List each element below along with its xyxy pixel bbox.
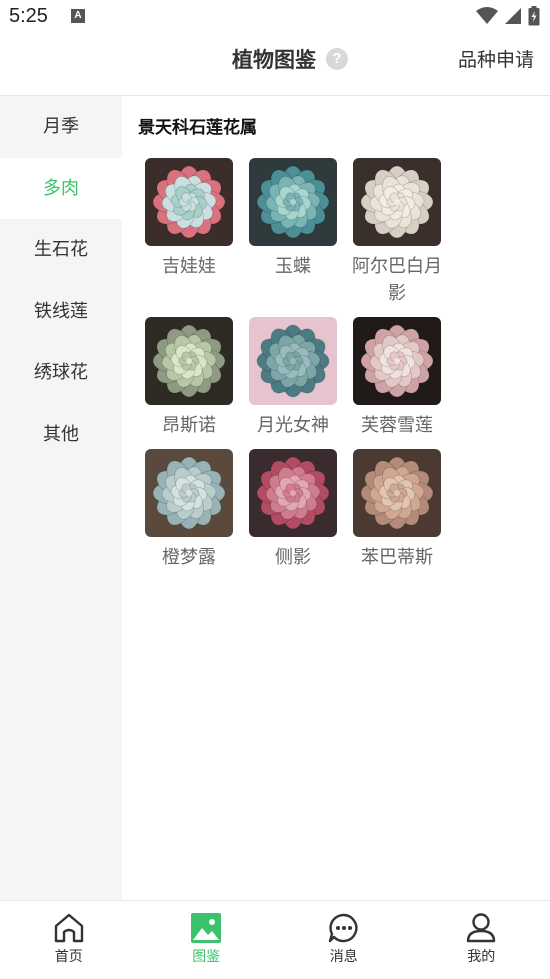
sidebar-item-succulent[interactable]: 多肉 bbox=[0, 157, 122, 219]
status-bar: 5:25 A bbox=[0, 0, 550, 34]
plant-photo bbox=[249, 158, 337, 246]
wifi-icon bbox=[476, 7, 498, 24]
sidebar-item-lithops[interactable]: 生石花 bbox=[0, 219, 122, 281]
plant-card[interactable]: 昂斯诺 bbox=[137, 317, 241, 439]
plant-card[interactable]: 苯巴蒂斯 bbox=[345, 449, 449, 571]
plant-photo bbox=[145, 158, 233, 246]
plant-name: 芙蓉雪莲 bbox=[361, 415, 433, 436]
profile-icon bbox=[467, 913, 496, 943]
plant-name: 昂斯诺 bbox=[162, 415, 216, 436]
plant-photo bbox=[145, 317, 233, 405]
sidebar-item-clematis[interactable]: 铁线莲 bbox=[0, 281, 122, 343]
plant-card[interactable]: 月光女神 bbox=[241, 317, 345, 439]
sidebar-item-hydrangea[interactable]: 绣球花 bbox=[0, 342, 122, 404]
sidebar-item-label: 月季 bbox=[43, 116, 79, 137]
sidebar-item-label: 多肉 bbox=[43, 177, 79, 199]
plant-name: 阿尔巴白月影 bbox=[352, 256, 442, 304]
signal-icon bbox=[505, 8, 521, 24]
plant-name: 橙梦露 bbox=[162, 547, 216, 568]
plant-name: 月光女神 bbox=[257, 415, 329, 436]
plant-photo bbox=[249, 449, 337, 537]
sidebar-item-label: 其他 bbox=[43, 423, 79, 445]
battery-icon bbox=[528, 6, 540, 26]
plant-photo bbox=[353, 449, 441, 537]
plant-content: 景天科石莲花属 吉娃娃 玉蝶 阿尔巴白月影 昂斯诺 月光女神 芙蓉雪莲 橙梦露 … bbox=[122, 96, 550, 900]
plant-card[interactable]: 阿尔巴白月影 bbox=[345, 158, 449, 307]
help-icon[interactable]: ? bbox=[326, 48, 348, 70]
genus-title: 景天科石莲花属 bbox=[138, 118, 257, 138]
tab-profile[interactable]: 我的 bbox=[413, 901, 550, 979]
page-title: 植物图鉴 bbox=[232, 48, 316, 72]
tab-label: 首页 bbox=[54, 949, 83, 965]
plant-photo bbox=[353, 317, 441, 405]
bottom-tab-bar: 首页 图鉴 消息 我的 bbox=[0, 900, 550, 979]
plant-name: 侧影 bbox=[275, 547, 311, 568]
tab-label: 图鉴 bbox=[192, 949, 221, 965]
plant-card[interactable]: 玉蝶 bbox=[241, 158, 345, 307]
home-icon bbox=[54, 913, 83, 943]
variety-apply-button[interactable]: 品种申请 bbox=[458, 45, 534, 72]
app-screen: 5:25 A 植物图鉴 ? 品种申请 月季 多肉 生石花 铁线莲 绣球花 其他 bbox=[0, 0, 550, 979]
tab-home[interactable]: 首页 bbox=[0, 901, 138, 979]
sidebar-item-other[interactable]: 其他 bbox=[0, 404, 122, 466]
sidebar-item-label: 铁线莲 bbox=[34, 300, 88, 322]
app-header: 植物图鉴 ? 品种申请 bbox=[0, 34, 550, 96]
status-icons bbox=[476, 6, 540, 26]
tab-messages[interactable]: 消息 bbox=[275, 901, 413, 979]
plant-name: 吉娃娃 bbox=[162, 256, 216, 277]
message-icon bbox=[328, 913, 358, 943]
plant-card[interactable]: 侧影 bbox=[241, 449, 345, 571]
sidebar-item-rose[interactable]: 月季 bbox=[0, 96, 122, 158]
plant-card[interactable]: 橙梦露 bbox=[137, 449, 241, 571]
tab-label: 消息 bbox=[329, 949, 358, 965]
plant-card[interactable]: 吉娃娃 bbox=[137, 158, 241, 307]
plant-photo bbox=[145, 449, 233, 537]
plant-name: 苯巴蒂斯 bbox=[361, 547, 433, 568]
tab-label: 我的 bbox=[467, 949, 496, 965]
sidebar-item-label: 生石花 bbox=[34, 239, 88, 260]
notification-icon: A bbox=[71, 9, 85, 23]
status-time: 5:25 bbox=[9, 5, 48, 27]
tab-gallery[interactable]: 图鉴 bbox=[138, 901, 276, 979]
plant-photo bbox=[249, 317, 337, 405]
plant-card[interactable]: 芙蓉雪莲 bbox=[345, 317, 449, 439]
plant-photo bbox=[353, 158, 441, 246]
sidebar-item-label: 绣球花 bbox=[34, 362, 88, 383]
plant-name: 玉蝶 bbox=[275, 256, 311, 277]
plant-grid: 吉娃娃 玉蝶 阿尔巴白月影 昂斯诺 月光女神 芙蓉雪莲 橙梦露 侧影 苯巴蒂斯 bbox=[137, 158, 549, 581]
gallery-icon bbox=[191, 913, 222, 943]
category-sidebar: 月季 多肉 生石花 铁线莲 绣球花 其他 bbox=[0, 96, 122, 900]
